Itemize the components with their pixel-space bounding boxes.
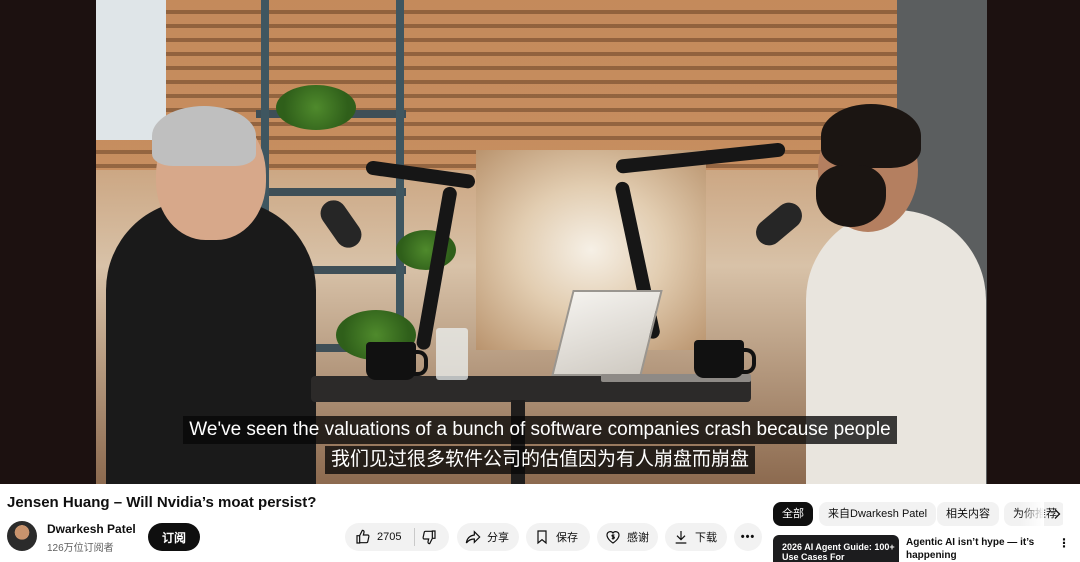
subscriber-count: 126万位订阅者: [47, 543, 114, 554]
chip-related[interactable]: 相关内容: [937, 502, 999, 526]
guest-hair: [152, 106, 256, 166]
scene-mug: [366, 342, 428, 380]
share-icon: [465, 529, 481, 545]
download-label: 下载: [695, 532, 717, 544]
scene-table-leg: [511, 400, 525, 484]
host-body: [806, 210, 986, 484]
subscribe-button[interactable]: 订阅: [148, 523, 201, 551]
scene-window: [96, 0, 166, 140]
recommended-video-thumbnail[interactable]: 2026 AI Agent Guide: 100+ Use Cases For: [773, 535, 899, 562]
heart-dollar-icon: [605, 529, 621, 545]
recommended-video-menu-icon[interactable]: ⋮: [1058, 536, 1070, 550]
thumbs-down-icon[interactable]: [421, 529, 437, 545]
host-hair: [821, 104, 921, 168]
scene-glass: [436, 328, 468, 380]
share-label: 分享: [487, 532, 509, 544]
scene-plant: [276, 85, 356, 130]
download-button[interactable]: 下载: [665, 523, 727, 551]
thanks-label: 感谢: [627, 532, 649, 544]
more-actions-button[interactable]: •••: [734, 523, 762, 551]
like-dislike-group: 2705: [345, 523, 449, 551]
like-count[interactable]: 2705: [377, 531, 401, 543]
video-title: Jensen Huang – Will Nvidia’s moat persis…: [7, 494, 317, 511]
recommended-video-title[interactable]: Agentic AI isn’t hype — it’s happening: [906, 536, 1051, 562]
guest-body: [106, 200, 316, 484]
share-button[interactable]: 分享: [457, 523, 519, 551]
like-divider: [414, 528, 415, 546]
channel-avatar[interactable]: [7, 521, 37, 551]
save-button[interactable]: 保存: [526, 523, 590, 551]
thanks-button[interactable]: 感谢: [597, 523, 658, 551]
video-player[interactable]: We've seen the valuations of a bunch of …: [0, 0, 1080, 484]
thumbs-up-icon[interactable]: [355, 529, 371, 545]
mic: [750, 197, 808, 251]
chip-from-channel[interactable]: 来自Dwarkesh Patel: [819, 502, 937, 526]
chip-fade: [1020, 502, 1044, 526]
video-frame: [96, 0, 987, 484]
chip-all[interactable]: 全部: [773, 502, 813, 526]
save-label: 保存: [556, 532, 578, 544]
thumbnail-text: 2026 AI Agent Guide: 100+ Use Cases For: [782, 542, 895, 562]
channel-name[interactable]: Dwarkesh Patel: [47, 522, 136, 536]
host-beard: [816, 165, 886, 227]
scene-mug: [694, 340, 756, 378]
download-icon: [673, 529, 689, 545]
chevron-right-icon[interactable]: [1047, 504, 1067, 524]
bookmark-icon: [534, 529, 550, 545]
